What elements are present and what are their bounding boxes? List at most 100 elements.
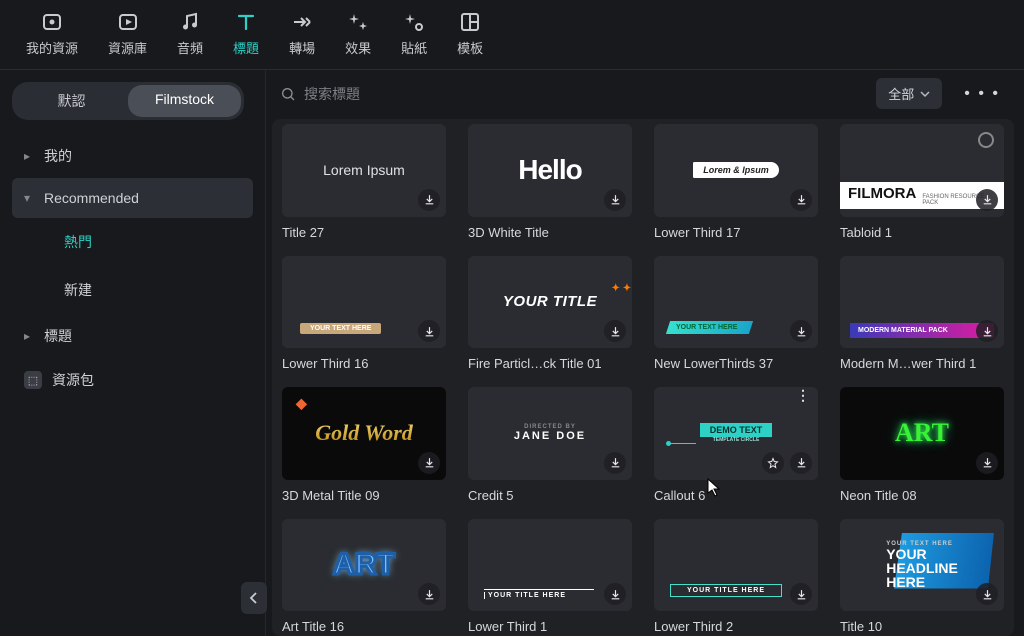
title-card[interactable]: ◆Gold Word3D Metal Title 09 [282, 387, 446, 503]
download-button[interactable] [790, 452, 812, 474]
title-card[interactable]: DEMO TEXTTEMPLATE CIRCLE⋮ Callout 6 [654, 387, 818, 503]
download-button[interactable] [604, 320, 626, 342]
chevron-down-icon [920, 89, 930, 99]
download-button[interactable] [976, 189, 998, 211]
sidebar-tabs: 默認Filmstock [12, 82, 244, 120]
topnav-label: 效果 [345, 38, 371, 57]
chevron-down-icon: ▾ [24, 191, 34, 205]
card-thumbnail[interactable]: YOUR TEXT HEREYOURHEADLINEHERE [840, 519, 1004, 612]
title-card[interactable]: ARTNeon Title 08 [840, 387, 1004, 503]
card-title: Callout 6 [654, 488, 818, 503]
more-button[interactable]: • • • [954, 79, 1010, 109]
card-title: Title 27 [282, 225, 446, 240]
card-thumbnail[interactable]: ART [840, 387, 1004, 480]
card-thumbnail[interactable]: FILMORAFASHION RESOURCE PACK [840, 124, 1004, 217]
title-card[interactable]: YOUR TITLE HERELower Third 2 [654, 519, 818, 635]
card-title: 3D White Title [468, 225, 632, 240]
sidebar-tab[interactable]: Filmstock [128, 85, 241, 117]
download-button[interactable] [976, 320, 998, 342]
topnav-titles[interactable]: 標題 [233, 10, 259, 57]
sidebar: 默認Filmstock ▸ 我的 ▾ Recommended 熱門新建▸標題⬚資源包 [0, 70, 266, 636]
topnav-templates[interactable]: 模板 [457, 10, 483, 57]
topnav-label: 音頻 [177, 38, 203, 57]
title-card[interactable]: MODERN MATERIAL PACK Modern M…wer Third 1 [840, 256, 1004, 372]
download-button[interactable] [604, 189, 626, 211]
card-thumbnail[interactable]: MODERN MATERIAL PACK [840, 256, 1004, 349]
download-button[interactable] [976, 583, 998, 605]
topnav-label: 我的資源 [26, 38, 78, 57]
card-title: Title 10 [840, 619, 1004, 634]
topnav-audio[interactable]: 音頻 [177, 10, 203, 57]
title-card[interactable]: YOUR TITLE✦ ✦Fire Particl…ck Title 01 [468, 256, 632, 372]
tree-label: 標題 [44, 326, 72, 346]
tree-item[interactable]: ▸ 我的 [12, 134, 253, 178]
title-card[interactable]: YOUR TEXT HERE Lower Third 16 [282, 256, 446, 372]
download-button[interactable] [418, 583, 440, 605]
tree-item[interactable]: ⬚資源包 [12, 358, 253, 402]
card-title: Lower Third 1 [468, 619, 632, 634]
topnav-my-resources[interactable]: 我的資源 [26, 10, 78, 57]
filter-dropdown[interactable]: 全部 [876, 78, 942, 109]
title-card[interactable]: Lorem & IpsumLower Third 17 [654, 124, 818, 240]
sidebar-tree: ▸ 我的 ▾ Recommended 熱門新建▸標題⬚資源包 [12, 134, 253, 402]
title-card[interactable]: Hello 3D White Title [468, 124, 632, 240]
tree-item[interactable]: ▸標題 [12, 314, 253, 358]
my-resources-icon [40, 10, 64, 34]
download-button[interactable] [604, 583, 626, 605]
download-button[interactable] [418, 189, 440, 211]
collapse-sidebar-button[interactable] [241, 582, 267, 614]
download-button[interactable] [790, 320, 812, 342]
topnav-label: 標題 [233, 38, 259, 57]
card-thumbnail[interactable]: Lorem Ipsum [282, 124, 446, 217]
title-card[interactable]: Lorem Ipsum Title 27 [282, 124, 446, 240]
card-more-icon[interactable]: ⋮ [796, 393, 810, 397]
card-title: Art Title 16 [282, 619, 446, 634]
topnav-library[interactable]: 資源庫 [108, 10, 147, 57]
card-thumbnail[interactable]: Hello [468, 124, 632, 217]
content-area: 搜索標題 全部 • • • Halloween Title 04Lowerthi… [266, 70, 1024, 636]
card-thumbnail[interactable]: ◆Gold Word [282, 387, 446, 480]
card-thumbnail[interactable]: YOUR TITLE HERE [654, 519, 818, 612]
download-button[interactable] [790, 583, 812, 605]
sidebar-tab[interactable]: 默認 [15, 85, 128, 117]
package-icon: ⬚ [24, 371, 42, 389]
download-button[interactable] [976, 452, 998, 474]
favorite-button[interactable] [762, 452, 784, 474]
title-card[interactable]: YOUR TEXT HEREYOURHEADLINEHERE Title 10 [840, 519, 1004, 635]
card-thumbnail[interactable]: YOUR TEXT HERE [282, 256, 446, 349]
download-button[interactable] [604, 452, 626, 474]
stickers-icon [402, 10, 426, 34]
search-placeholder: 搜索標題 [304, 84, 360, 104]
tree-leaf[interactable]: 熱門 [56, 218, 253, 266]
topnav-stickers[interactable]: 貼紙 [401, 10, 427, 57]
title-card[interactable]: DIRECTED BYJANE DOE Credit 5 [468, 387, 632, 503]
tree-label: 我的 [44, 146, 72, 166]
card-title: Lower Third 16 [282, 356, 446, 371]
chevron-right-icon: ▸ [24, 149, 34, 163]
card-thumbnail[interactable]: YOUR TEXT HERE [654, 256, 818, 349]
tree-item[interactable]: ▾ Recommended [12, 178, 253, 218]
card-title: Credit 5 [468, 488, 632, 503]
title-card[interactable]: YOUR TITLE HERE Lower Third 1 [468, 519, 632, 635]
search-input[interactable]: 搜索標題 [280, 84, 864, 104]
title-card[interactable]: ART Art Title 16 [282, 519, 446, 635]
tree-leaf[interactable]: 新建 [56, 266, 253, 314]
download-button[interactable] [790, 189, 812, 211]
download-button[interactable] [418, 452, 440, 474]
title-card[interactable]: YOUR TEXT HERE New LowerThirds 37 [654, 256, 818, 372]
topnav-transitions[interactable]: 轉場 [289, 10, 315, 57]
card-thumbnail[interactable]: YOUR TITLE HERE [468, 519, 632, 612]
download-button[interactable] [418, 320, 440, 342]
topnav-effects[interactable]: 效果 [345, 10, 371, 57]
card-thumbnail[interactable]: ART [282, 519, 446, 612]
tree-label: Recommended [44, 190, 139, 206]
card-thumbnail[interactable]: DEMO TEXTTEMPLATE CIRCLE⋮ [654, 387, 818, 480]
card-thumbnail[interactable]: DIRECTED BYJANE DOE [468, 387, 632, 480]
card-thumbnail[interactable]: YOUR TITLE✦ ✦ [468, 256, 632, 349]
card-thumbnail[interactable]: Lorem & Ipsum [654, 124, 818, 217]
card-title: New LowerThirds 37 [654, 356, 818, 371]
filter-label: 全部 [888, 84, 914, 103]
title-card[interactable]: FILMORAFASHION RESOURCE PACKTabloid 1 [840, 124, 1004, 240]
search-icon [280, 86, 296, 102]
card-title: Modern M…wer Third 1 [840, 356, 1004, 371]
